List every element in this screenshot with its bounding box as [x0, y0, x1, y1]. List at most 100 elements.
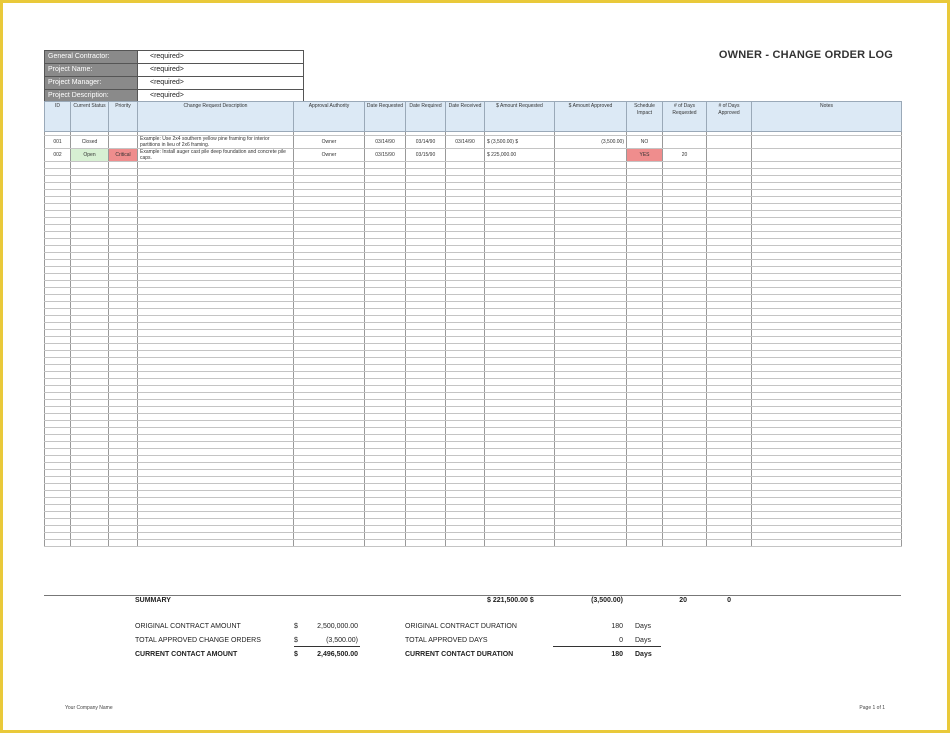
- table-cell[interactable]: [364, 273, 406, 281]
- table-cell[interactable]: [405, 245, 446, 253]
- table-cell[interactable]: [484, 511, 555, 519]
- cell-date-required[interactable]: 03/15/90: [405, 148, 446, 162]
- table-cell[interactable]: [405, 336, 446, 344]
- table-cell[interactable]: [405, 476, 446, 484]
- table-cell[interactable]: [137, 427, 294, 435]
- cell-amount-requested[interactable]: $ (3,500.00) $: [484, 135, 555, 149]
- table-cell[interactable]: [626, 252, 663, 260]
- table-cell[interactable]: [44, 217, 71, 225]
- table-cell[interactable]: [445, 252, 485, 260]
- table-cell[interactable]: [405, 525, 446, 533]
- table-cell[interactable]: [554, 245, 627, 253]
- table-cell[interactable]: [364, 378, 406, 386]
- table-cell[interactable]: [293, 252, 365, 260]
- table-cell[interactable]: [751, 462, 902, 470]
- table-cell[interactable]: [554, 448, 627, 456]
- cell-id[interactable]: 001: [44, 135, 71, 149]
- table-cell[interactable]: [554, 350, 627, 358]
- table-cell[interactable]: [70, 385, 109, 393]
- table-cell[interactable]: [405, 238, 446, 246]
- table-cell[interactable]: [293, 497, 365, 505]
- table-cell[interactable]: [706, 224, 752, 232]
- table-cell[interactable]: [554, 189, 627, 197]
- table-cell[interactable]: [137, 322, 294, 330]
- table-cell[interactable]: [626, 315, 663, 323]
- table-cell[interactable]: [44, 210, 71, 218]
- table-cell[interactable]: [751, 308, 902, 316]
- table-cell[interactable]: [554, 413, 627, 421]
- table-cell[interactable]: [626, 182, 663, 190]
- table-cell[interactable]: [706, 518, 752, 526]
- table-cell[interactable]: [445, 161, 485, 169]
- table-cell[interactable]: [293, 434, 365, 442]
- table-cell[interactable]: [405, 217, 446, 225]
- table-cell[interactable]: [364, 245, 406, 253]
- table-cell[interactable]: [364, 532, 406, 540]
- table-cell[interactable]: [108, 245, 138, 253]
- table-cell[interactable]: [108, 350, 138, 358]
- table-cell[interactable]: [626, 441, 663, 449]
- table-cell[interactable]: [751, 343, 902, 351]
- table-cell[interactable]: [484, 448, 555, 456]
- table-cell[interactable]: [554, 287, 627, 295]
- table-cell[interactable]: [626, 378, 663, 386]
- table-cell[interactable]: [44, 287, 71, 295]
- table-cell[interactable]: [70, 287, 109, 295]
- table-cell[interactable]: [70, 357, 109, 365]
- table-cell[interactable]: [706, 462, 752, 470]
- table-cell[interactable]: [484, 273, 555, 281]
- table-cell[interactable]: [108, 420, 138, 428]
- table-cell[interactable]: [70, 168, 109, 176]
- table-cell[interactable]: [662, 203, 707, 211]
- table-cell[interactable]: [751, 245, 902, 253]
- table-cell[interactable]: [137, 168, 294, 176]
- table-cell[interactable]: [484, 525, 555, 533]
- cell-date-required[interactable]: 03/14/90: [405, 135, 446, 149]
- table-cell[interactable]: [364, 196, 406, 204]
- table-cell[interactable]: [445, 294, 485, 302]
- table-cell[interactable]: [405, 448, 446, 456]
- table-cell[interactable]: [706, 357, 752, 365]
- table-cell[interactable]: [70, 224, 109, 232]
- table-cell[interactable]: [706, 245, 752, 253]
- table-cell[interactable]: [364, 294, 406, 302]
- table-cell[interactable]: [484, 182, 555, 190]
- table-cell[interactable]: [364, 182, 406, 190]
- table-cell[interactable]: [445, 448, 485, 456]
- table-cell[interactable]: [405, 231, 446, 239]
- cell-priority[interactable]: [108, 135, 138, 149]
- table-cell[interactable]: [44, 476, 71, 484]
- table-cell[interactable]: [293, 336, 365, 344]
- table-cell[interactable]: [137, 490, 294, 498]
- table-cell[interactable]: [626, 539, 663, 547]
- table-cell[interactable]: [70, 490, 109, 498]
- table-cell[interactable]: [108, 378, 138, 386]
- table-cell[interactable]: [108, 189, 138, 197]
- table-cell[interactable]: [706, 287, 752, 295]
- table-cell[interactable]: [137, 511, 294, 519]
- table-cell[interactable]: [706, 294, 752, 302]
- table-cell[interactable]: [364, 224, 406, 232]
- table-cell[interactable]: [626, 259, 663, 267]
- table-cell[interactable]: [44, 406, 71, 414]
- table-cell[interactable]: [662, 455, 707, 463]
- table-cell[interactable]: [108, 532, 138, 540]
- table-cell[interactable]: [662, 364, 707, 372]
- table-cell[interactable]: [293, 483, 365, 491]
- table-cell[interactable]: [554, 343, 627, 351]
- table-cell[interactable]: [108, 455, 138, 463]
- table-cell[interactable]: [405, 364, 446, 372]
- table-cell[interactable]: [137, 182, 294, 190]
- table-cell[interactable]: [751, 301, 902, 309]
- table-cell[interactable]: [293, 448, 365, 456]
- table-cell[interactable]: [108, 217, 138, 225]
- table-cell[interactable]: [751, 350, 902, 358]
- table-cell[interactable]: [108, 273, 138, 281]
- table-cell[interactable]: [751, 434, 902, 442]
- table-cell[interactable]: [405, 322, 446, 330]
- table-cell[interactable]: [137, 462, 294, 470]
- table-cell[interactable]: [445, 539, 485, 547]
- table-cell[interactable]: [706, 329, 752, 337]
- table-cell[interactable]: [70, 539, 109, 547]
- table-cell[interactable]: [137, 532, 294, 540]
